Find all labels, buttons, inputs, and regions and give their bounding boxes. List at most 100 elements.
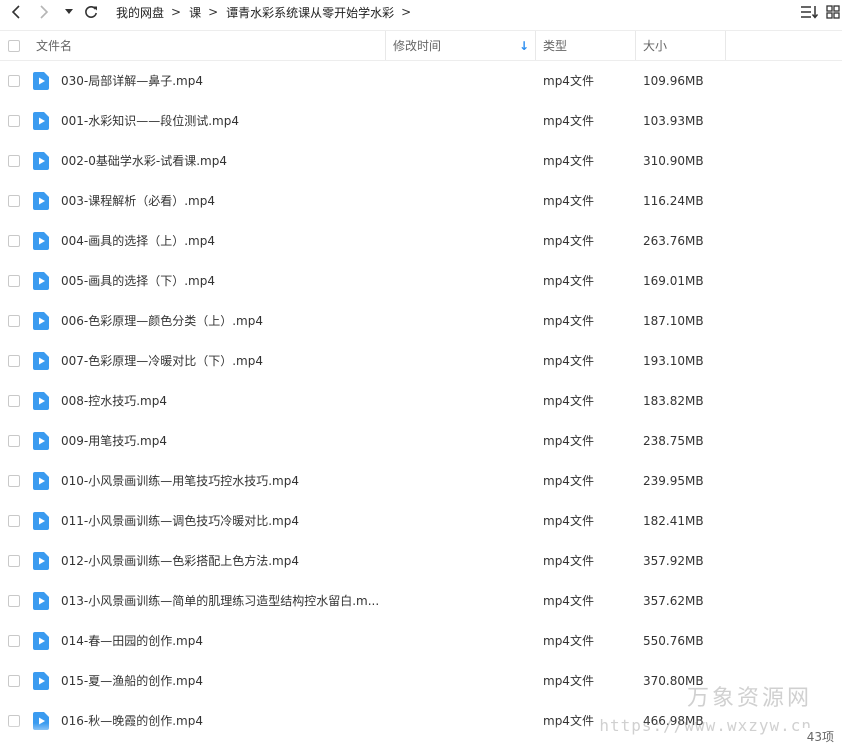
file-row-checkbox[interactable] — [8, 75, 20, 87]
video-file-icon — [33, 512, 49, 530]
chevron-left-icon — [11, 5, 20, 19]
video-file-icon — [33, 112, 49, 130]
item-count: 43项 — [800, 728, 834, 745]
file-size: 370.80MB — [643, 674, 704, 688]
video-file-icon — [33, 552, 49, 570]
file-name[interactable]: 004-画具的选择（上）.mp4 — [61, 221, 381, 261]
grid-view-button[interactable] — [826, 3, 842, 21]
file-type: mp4文件 — [543, 114, 594, 128]
refresh-button[interactable] — [81, 2, 101, 22]
file-row-checkbox[interactable] — [8, 235, 20, 247]
file-name[interactable]: 012-小风景画训练—色彩搭配上色方法.mp4 — [61, 541, 381, 581]
file-name[interactable]: 013-小风景画训练—简单的肌理练习造型结构控水留白.m... — [61, 581, 381, 621]
file-size: 187.10MB — [643, 314, 704, 328]
file-name[interactable]: 011-小风景画训练—调色技巧冷暖对比.mp4 — [61, 501, 381, 541]
grid-view-icon — [826, 5, 840, 19]
file-row-checkbox[interactable] — [8, 475, 20, 487]
file-row[interactable]: 004-画具的选择（上）.mp4 mp4文件 263.76MB — [0, 221, 842, 261]
file-name[interactable]: 003-课程解析（必看）.mp4 — [61, 181, 381, 221]
file-name[interactable]: 010-小风景画训练—用笔技巧控水技巧.mp4 — [61, 461, 381, 501]
file-row[interactable]: 003-课程解析（必看）.mp4 mp4文件 116.24MB — [0, 181, 842, 221]
file-type: mp4文件 — [543, 234, 594, 248]
file-row[interactable]: 011-小风景画训练—调色技巧冷暖对比.mp4 mp4文件 182.41MB — [0, 501, 842, 541]
file-row-checkbox[interactable] — [8, 555, 20, 567]
file-row-checkbox[interactable] — [8, 355, 20, 367]
video-file-icon — [33, 472, 49, 490]
file-name[interactable]: 002-0基础学水彩-试看课.mp4 — [61, 141, 381, 181]
file-name[interactable]: 015-夏—渔船的创作.mp4 — [61, 661, 381, 701]
file-row[interactable]: 030-局部详解—鼻子.mp4 mp4文件 109.96MB — [0, 61, 842, 101]
column-header-name[interactable]: 文件名 — [36, 31, 386, 60]
file-type: mp4文件 — [543, 514, 594, 528]
file-row-checkbox[interactable] — [8, 595, 20, 607]
file-name[interactable]: 016-秋—晚霞的创作.mp4 — [61, 701, 381, 741]
file-row[interactable]: 002-0基础学水彩-试看课.mp4 mp4文件 310.90MB — [0, 141, 842, 181]
video-file-icon — [33, 432, 49, 450]
file-size: 357.92MB — [643, 554, 704, 568]
video-file-icon — [33, 272, 49, 290]
file-type: mp4文件 — [543, 394, 594, 408]
file-name[interactable]: 005-画具的选择（下）.mp4 — [61, 261, 381, 301]
file-type: mp4文件 — [543, 634, 594, 648]
file-name[interactable]: 009-用笔技巧.mp4 — [61, 421, 381, 461]
file-row[interactable]: 009-用笔技巧.mp4 mp4文件 238.75MB — [0, 421, 842, 461]
file-size: 103.93MB — [643, 114, 704, 128]
file-type: mp4文件 — [543, 594, 594, 608]
file-size: 169.01MB — [643, 274, 704, 288]
file-size: 183.82MB — [643, 394, 704, 408]
file-row-checkbox[interactable] — [8, 435, 20, 447]
history-dropdown-button[interactable] — [62, 2, 76, 22]
file-row-checkbox[interactable] — [8, 155, 20, 167]
file-row[interactable]: 010-小风景画训练—用笔技巧控水技巧.mp4 mp4文件 239.95MB — [0, 461, 842, 501]
file-row-checkbox[interactable] — [8, 635, 20, 647]
file-name[interactable]: 007-色彩原理—冷暖对比（下）.mp4 — [61, 341, 381, 381]
breadcrumb-separator-icon: > — [401, 5, 412, 19]
file-name[interactable]: 008-控水技巧.mp4 — [61, 381, 381, 421]
column-header-size[interactable]: 大小 — [636, 31, 726, 60]
file-row[interactable]: 008-控水技巧.mp4 mp4文件 183.82MB — [0, 381, 842, 421]
file-row-checkbox[interactable] — [8, 315, 20, 327]
file-row-checkbox[interactable] — [8, 195, 20, 207]
file-row-checkbox[interactable] — [8, 515, 20, 527]
file-row-checkbox[interactable] — [8, 115, 20, 127]
file-row[interactable]: 001-水彩知识——段位测试.mp4 mp4文件 103.93MB — [0, 101, 842, 141]
column-header-type-label: 类型 — [543, 39, 568, 53]
refresh-icon — [85, 5, 97, 18]
file-row[interactable]: 006-色彩原理—颜色分类（上）.mp4 mp4文件 187.10MB — [0, 301, 842, 341]
file-row-checkbox[interactable] — [8, 395, 20, 407]
back-button[interactable] — [6, 2, 26, 22]
checkbox-box — [8, 39, 20, 52]
file-row[interactable]: 012-小风景画训练—色彩搭配上色方法.mp4 mp4文件 357.92MB — [0, 541, 842, 581]
breadcrumb-item-course[interactable]: 课 — [189, 4, 201, 21]
file-row[interactable]: 007-色彩原理—冷暖对比（下）.mp4 mp4文件 193.10MB — [0, 341, 842, 381]
forward-button[interactable] — [34, 2, 54, 22]
video-file-icon — [33, 632, 49, 650]
file-type: mp4文件 — [543, 434, 594, 448]
file-row[interactable]: 013-小风景画训练—简单的肌理练习造型结构控水留白.m... mp4文件 357.… — [0, 581, 842, 621]
breadcrumb-item-current-folder[interactable]: 谭青水彩系统课从零开始学水彩 — [226, 4, 394, 21]
file-size: 550.76MB — [643, 634, 704, 648]
file-name[interactable]: 006-色彩原理—颜色分类（上）.mp4 — [61, 301, 381, 341]
file-row[interactable]: 005-画具的选择（下）.mp4 mp4文件 169.01MB — [0, 261, 842, 301]
file-name[interactable]: 014-春—田园的创作.mp4 — [61, 621, 381, 661]
breadcrumb-separator-icon: > — [171, 5, 182, 19]
chevron-right-icon — [40, 5, 49, 19]
file-name[interactable]: 030-局部详解—鼻子.mp4 — [61, 61, 381, 101]
file-row-checkbox[interactable] — [8, 275, 20, 287]
file-type: mp4文件 — [543, 274, 594, 288]
file-row-checkbox[interactable] — [8, 675, 20, 687]
select-all-checkbox[interactable] — [8, 31, 22, 60]
file-type: mp4文件 — [543, 314, 594, 328]
sort-options-button[interactable] — [800, 3, 820, 21]
file-row[interactable]: 014-春—田园的创作.mp4 mp4文件 550.76MB — [0, 621, 842, 661]
file-row[interactable]: 015-夏—渔船的创作.mp4 mp4文件 370.80MB — [0, 661, 842, 701]
column-header-modified-label: 修改时间 — [393, 39, 442, 53]
file-type: mp4文件 — [543, 194, 594, 208]
breadcrumb-item-home[interactable]: 我的网盘 — [116, 4, 164, 21]
file-name[interactable]: 001-水彩知识——段位测试.mp4 — [61, 101, 381, 141]
file-size: 263.76MB — [643, 234, 704, 248]
file-row[interactable]: 016-秋—晚霞的创作.mp4 mp4文件 466.98MB — [0, 701, 842, 741]
file-row-checkbox[interactable] — [8, 715, 20, 727]
column-header-type[interactable]: 类型 — [536, 31, 636, 60]
column-header-modified[interactable]: 修改时间 ↓ — [386, 31, 536, 60]
